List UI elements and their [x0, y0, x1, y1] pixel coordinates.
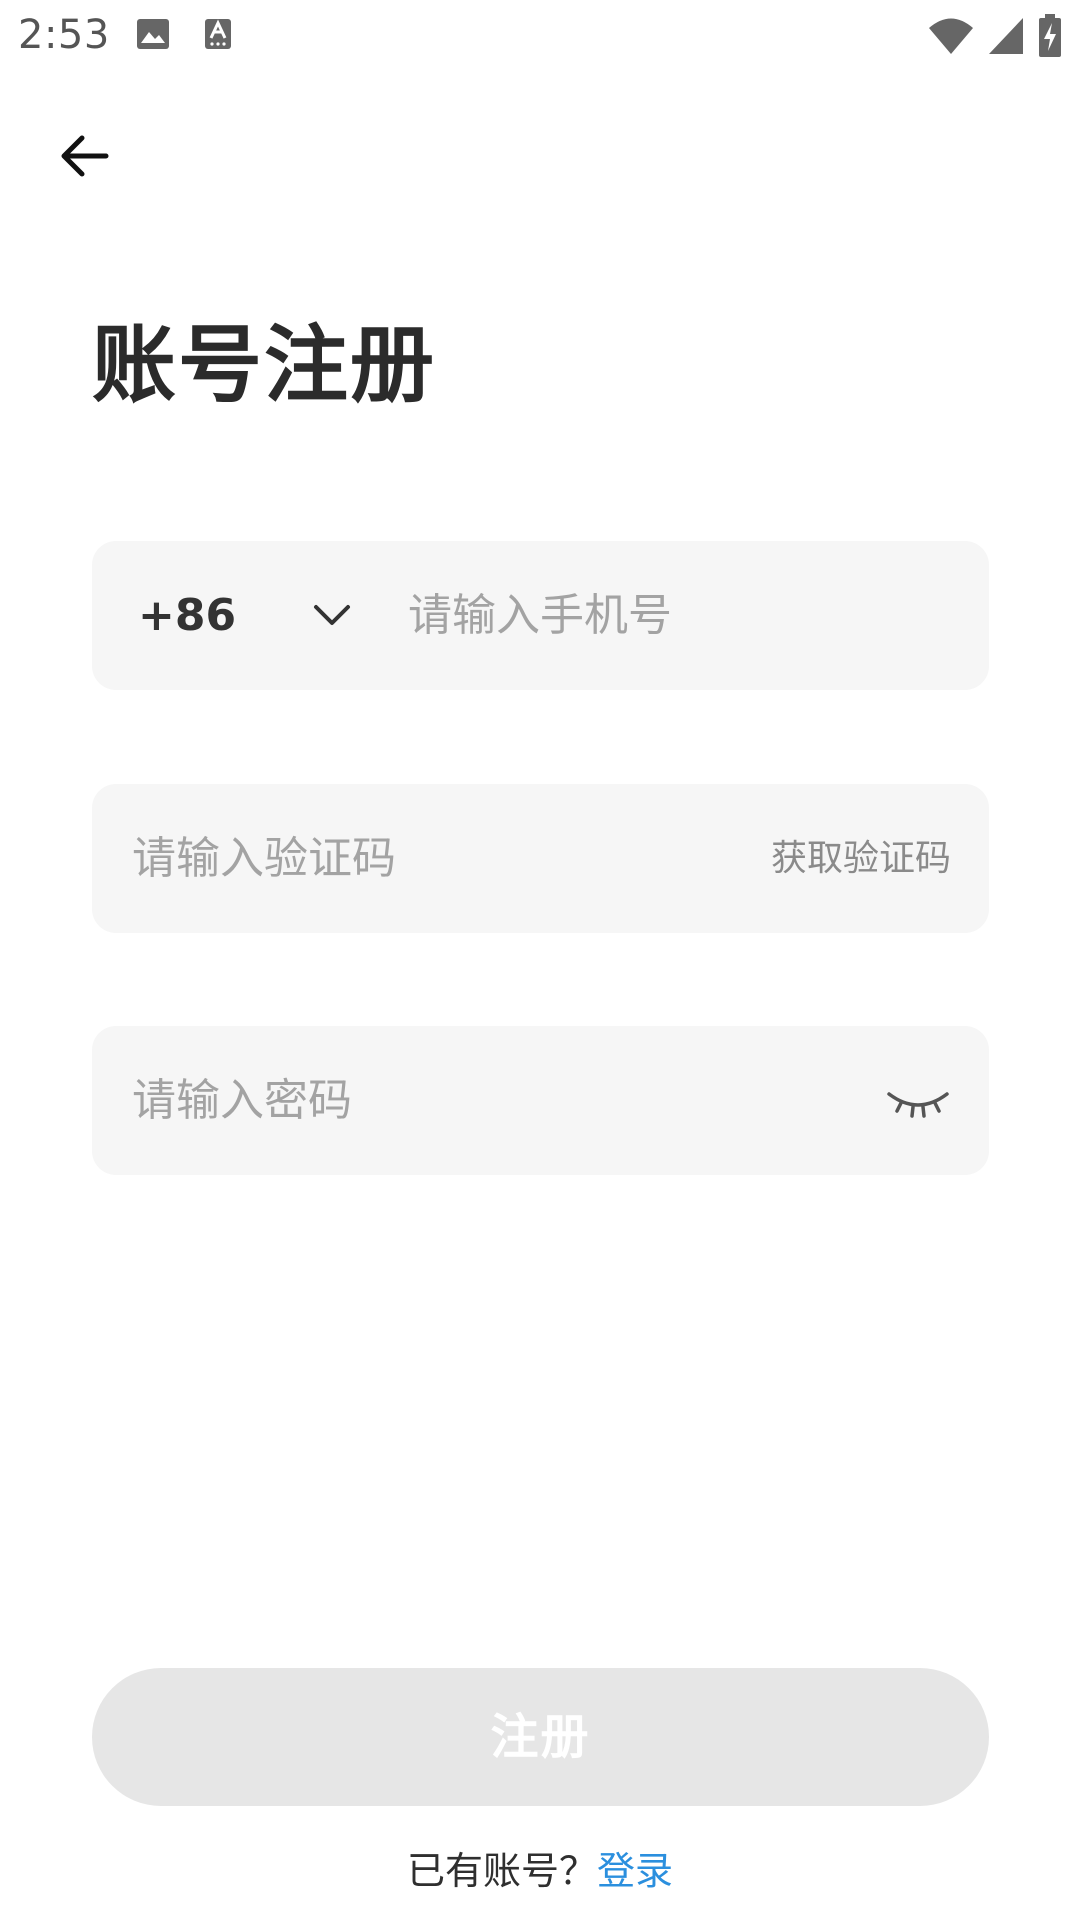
- phone-field: +86: [92, 541, 989, 690]
- verification-code-field: 获取验证码: [92, 784, 989, 933]
- page-title: 账号注册: [92, 316, 437, 414]
- status-right-icons: [928, 14, 1062, 58]
- status-bar: 2:53: [0, 0, 1080, 75]
- password-input[interactable]: [132, 1026, 832, 1175]
- image-icon: [136, 18, 170, 50]
- eye-closed-icon[interactable]: [885, 1076, 951, 1126]
- register-screen: 2:53 账号注册 +86 请输入手机号 请输入验证码 获取验证码 注册 已有账…: [0, 0, 1080, 1920]
- get-code-button[interactable]: 获取验证码: [771, 784, 951, 933]
- verification-code-input[interactable]: [132, 784, 692, 933]
- password-field: [92, 1026, 989, 1175]
- phone-input[interactable]: [408, 541, 968, 690]
- status-time: 2:53: [18, 12, 110, 58]
- battery-charging-icon: [1038, 14, 1062, 58]
- chevron-down-icon[interactable]: [310, 593, 354, 637]
- register-button[interactable]: 注册: [92, 1668, 989, 1806]
- wifi-icon: [928, 17, 974, 55]
- keyboard-a-icon: [204, 18, 232, 50]
- country-code[interactable]: +86: [138, 541, 236, 690]
- signal-icon: [988, 17, 1024, 55]
- login-prompt: 已有账号？登录: [0, 1840, 1080, 1895]
- login-link[interactable]: 登录: [597, 1849, 673, 1893]
- back-button[interactable]: [52, 124, 116, 188]
- arrow-left-icon: [61, 135, 109, 177]
- login-prompt-text: 已有账号？: [406, 1849, 597, 1893]
- status-left-icons: [136, 18, 232, 50]
